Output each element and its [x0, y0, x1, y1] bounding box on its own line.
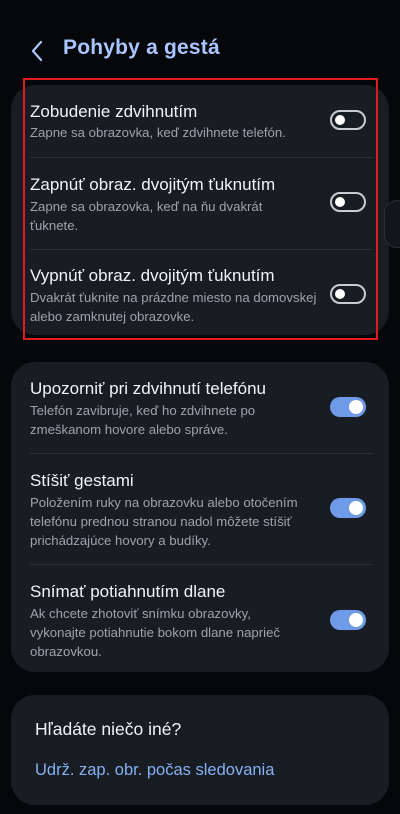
back-button[interactable]	[24, 36, 52, 66]
setting-description: Ak chcete zhotoviť snímku obrazovky, vyk…	[30, 606, 280, 659]
setting-description: Položením ruky na obrazovku alebo otočen…	[30, 495, 298, 548]
setting-title: Stíšiť gestami	[30, 471, 134, 490]
section-title: Hľadáte niečo iné?	[35, 719, 182, 739]
setting-description: Dvakrát ťuknite na prázdne miesto na dom…	[30, 290, 317, 324]
toggle-switch[interactable]	[330, 110, 366, 130]
toggle-switch[interactable]	[330, 192, 366, 212]
setting-title: Zapnúť obraz. dvojitým ťuknutím	[30, 175, 276, 194]
page-title: Pohyby a gestá	[63, 36, 220, 59]
setting-title: Vypnúť obraz. dvojitým ťuknutím	[30, 266, 275, 285]
setting-row-alert-on-pickup[interactable]: Upozorniť pri zdvihnutí telefónu Telefón…	[11, 362, 389, 453]
setting-description: Zapne sa obrazovka, keď zdvihnete telefó…	[30, 125, 286, 140]
toggle-knob	[349, 400, 363, 414]
toggle-knob	[335, 197, 345, 207]
setting-row-palm-swipe-capture[interactable]: Snímať potiahnutím dlane Ak chcete zhoto…	[11, 565, 389, 672]
edge-panel-handle[interactable]	[384, 200, 400, 248]
setting-row-double-tap-on[interactable]: Zapnúť obraz. dvojitým ťuknutím Zapne sa…	[11, 158, 389, 249]
settings-group-wake: Zobudenie zdvihnutím Zapne sa obrazovka,…	[11, 85, 389, 335]
toggle-switch[interactable]	[330, 397, 366, 417]
toggle-switch[interactable]	[330, 498, 366, 518]
toggle-knob	[335, 289, 345, 299]
setting-row-lift-to-wake[interactable]: Zobudenie zdvihnutím Zapne sa obrazovka,…	[11, 85, 389, 158]
looking-for-something-else-card: Hľadáte niečo iné? Udrž. zap. obr. počas…	[11, 695, 389, 805]
settings-group-gestures: Upozorniť pri zdvihnutí telefónu Telefón…	[11, 362, 389, 672]
setting-title: Snímať potiahnutím dlane	[30, 582, 226, 601]
suggestion-link[interactable]: Udrž. zap. obr. počas sledovania	[35, 761, 274, 780]
toggle-switch[interactable]	[330, 284, 366, 304]
toggle-knob	[335, 115, 345, 125]
setting-title: Upozorniť pri zdvihnutí telefónu	[30, 379, 267, 398]
toggle-knob	[349, 613, 363, 627]
setting-row-mute-gestures[interactable]: Stíšiť gestami Položením ruky na obrazov…	[11, 454, 389, 564]
setting-row-double-tap-off[interactable]: Vypnúť obraz. dvojitým ťuknutím Dvakrát …	[11, 249, 389, 335]
toggle-knob	[349, 501, 363, 515]
setting-title: Zobudenie zdvihnutím	[30, 102, 198, 121]
setting-description: Zapne sa obrazovka, keď na ňu dvakrát ťu…	[30, 199, 263, 233]
toggle-switch[interactable]	[330, 610, 366, 630]
setting-description: Telefón zavibruje, keď ho zdvihnete po z…	[30, 403, 256, 437]
chevron-left-icon	[31, 40, 43, 62]
